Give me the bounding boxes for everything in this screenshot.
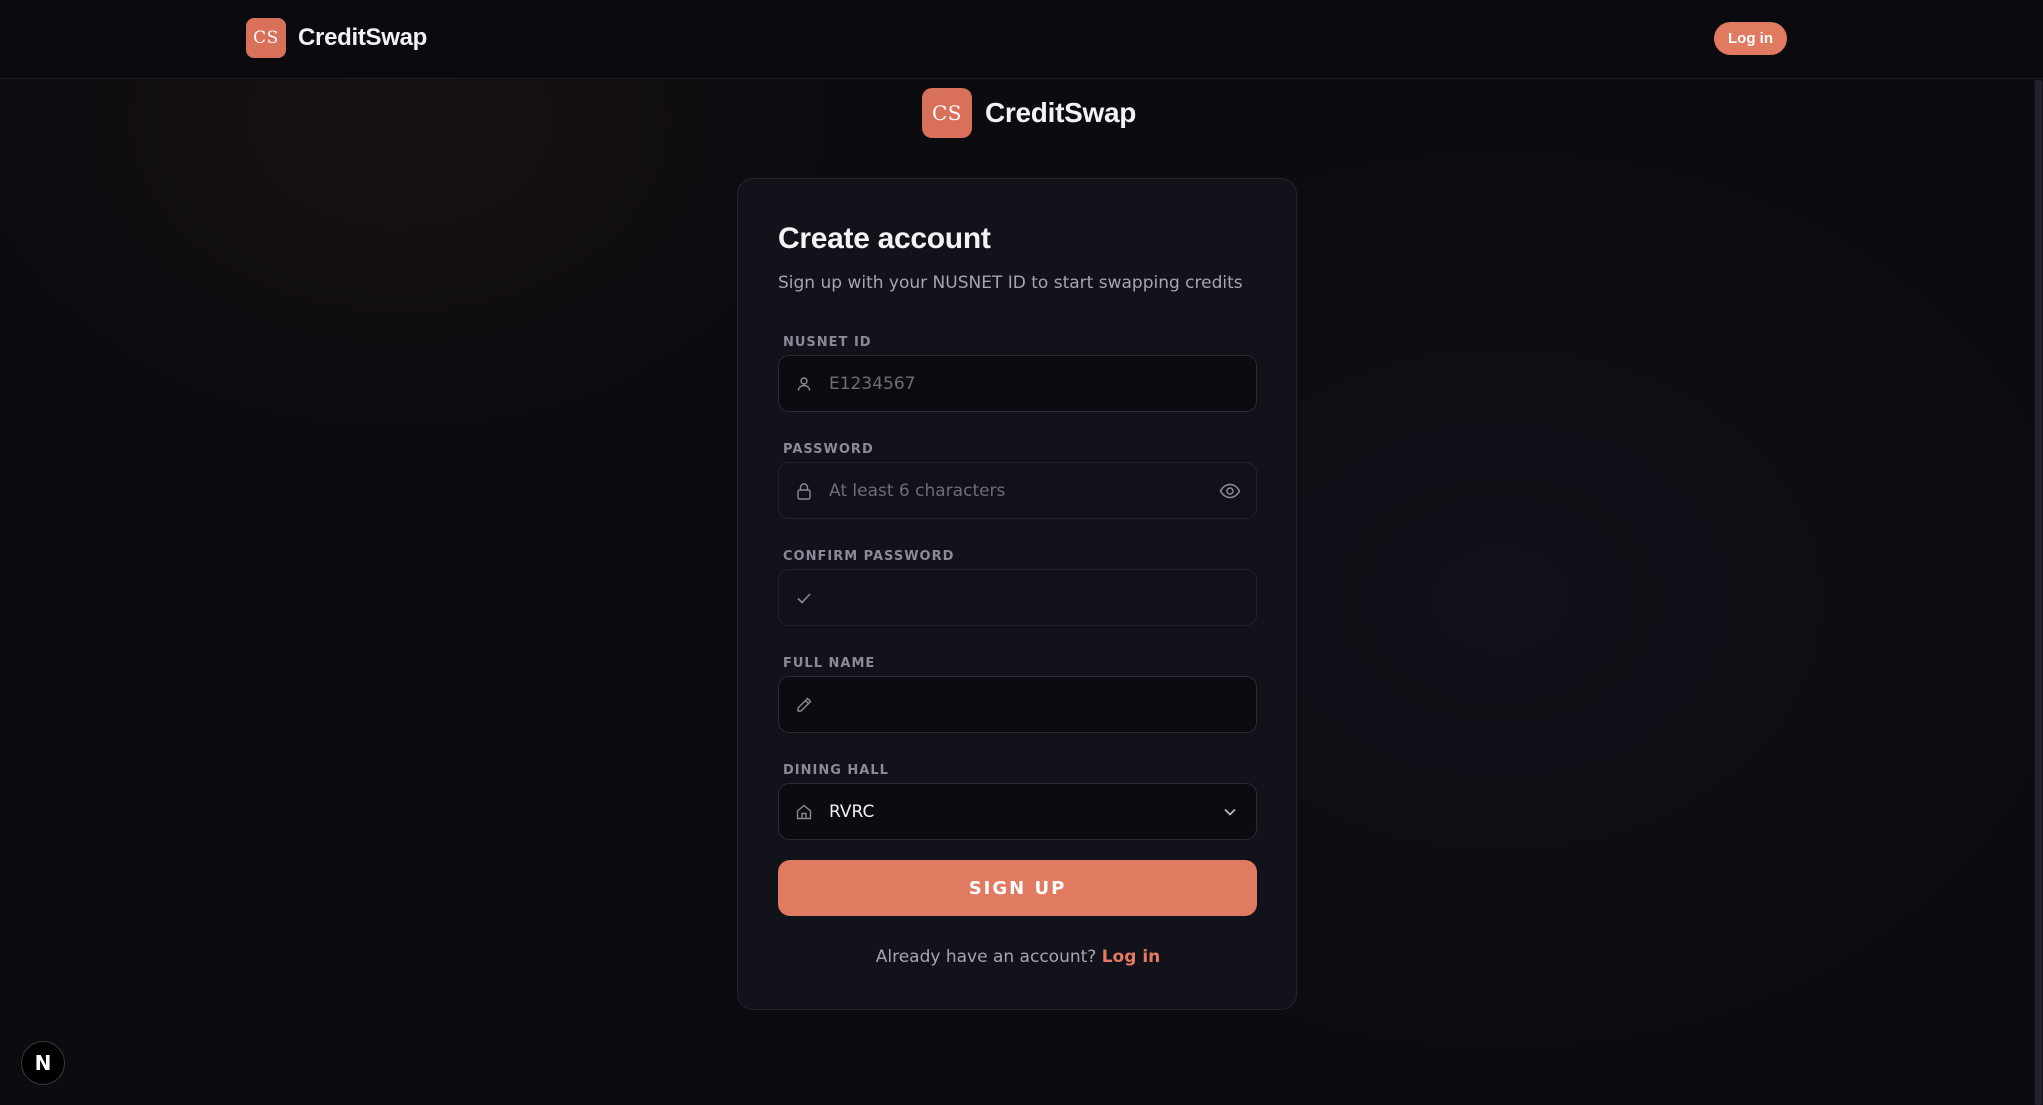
full-name-input[interactable]	[829, 677, 1256, 732]
confirm-password-label: CONFIRM PASSWORD	[783, 549, 955, 564]
brand-name: CreditSwap	[298, 24, 428, 51]
password-input[interactable]	[829, 463, 1218, 518]
login-link[interactable]: Log in	[1102, 947, 1161, 967]
nav-login-button[interactable]: Log in	[1714, 22, 1787, 55]
login-prompt-text: Already have an account?	[875, 947, 1097, 967]
eye-icon[interactable]	[1218, 479, 1242, 503]
center-brand-name: CreditSwap	[985, 97, 1137, 128]
login-prompt: Already have an account? Log in	[738, 947, 1298, 967]
full-name-field[interactable]	[778, 676, 1257, 733]
user-icon	[793, 373, 815, 395]
nav-brand[interactable]: CS CreditSwap	[246, 18, 427, 58]
page-title: Create account	[778, 222, 991, 255]
page-scrollbar[interactable]	[2034, 80, 2043, 1105]
lock-icon	[793, 480, 815, 502]
home-icon	[793, 801, 815, 823]
chevron-down-icon	[1218, 800, 1242, 824]
dining-hall-label: DINING HALL	[783, 763, 889, 778]
password-field[interactable]	[778, 462, 1257, 519]
scrollbar-thumb[interactable]	[2035, 80, 2042, 1105]
nusnet-input[interactable]	[829, 356, 1256, 411]
top-navbar: CS CreditSwap Log in	[0, 0, 2043, 79]
page-subtitle: Sign up with your NUSNET ID to start swa…	[778, 273, 1243, 293]
confirm-password-input[interactable]	[829, 570, 1256, 625]
center-logo-badge: CS	[922, 88, 972, 138]
confirm-password-field[interactable]	[778, 569, 1257, 626]
full-name-label: FULL NAME	[783, 656, 876, 671]
logo-badge: CS	[246, 18, 286, 58]
password-label: PASSWORD	[783, 442, 874, 457]
pencil-icon	[793, 694, 815, 716]
dining-hall-select[interactable]: RVRC	[778, 783, 1257, 840]
signup-card: Create account Sign up with your NUSNET …	[737, 178, 1297, 1010]
check-icon	[793, 587, 815, 609]
dining-hall-value: RVRC	[829, 801, 875, 822]
sign-up-button[interactable]: SIGN UP	[778, 860, 1257, 916]
nusnet-label: NUSNET ID	[783, 335, 872, 350]
nextjs-dev-badge[interactable]: N	[21, 1041, 65, 1085]
nusnet-field[interactable]	[778, 355, 1257, 412]
center-brand: CS CreditSwap	[922, 88, 1136, 138]
